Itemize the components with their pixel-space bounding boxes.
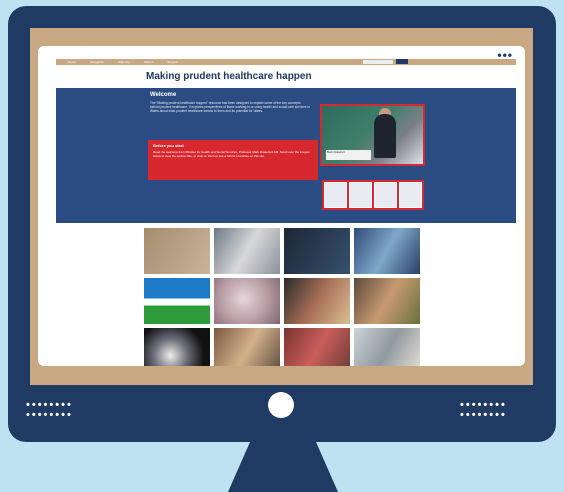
bezel-dots-right: •••••••• ••••••••: [460, 400, 507, 421]
video-thumb[interactable]: [399, 182, 422, 208]
search-button[interactable]: [396, 59, 408, 64]
welcome-heading: Welcome: [150, 92, 177, 98]
video-thumb[interactable]: [374, 182, 397, 208]
article-image-tile[interactable]: [144, 328, 210, 366]
before-you-start-box: Before you start Read the welcome from M…: [148, 140, 318, 180]
before-you-start-heading: Before you start: [153, 143, 184, 148]
nav-item-support[interactable]: Support: [167, 60, 178, 64]
article-image-tile[interactable]: [354, 228, 420, 274]
nav-item-search[interactable]: Search: [144, 60, 154, 64]
nav-item-navigation[interactable]: Navigation: [90, 60, 104, 64]
article-image-tile[interactable]: [284, 278, 350, 324]
bezel-dots-right-row-2: ••••••••: [460, 409, 507, 421]
welcome-video[interactable]: Mark Drakeford: [320, 104, 425, 166]
image-grid: [144, 228, 420, 366]
welsh-flag-image-tile[interactable]: [144, 278, 210, 324]
article-image-tile[interactable]: [354, 328, 420, 366]
monitor-stand: [228, 442, 338, 492]
monitor-screen: ••• Home Navigation Planning Search Supp…: [38, 46, 525, 366]
article-image-tile[interactable]: [144, 228, 210, 274]
article-image-tile[interactable]: [354, 278, 420, 324]
page-title: Making prudent healthcare happen: [146, 71, 312, 82]
hero-banner: Welcome The "Making prudent healthcare h…: [56, 88, 516, 223]
article-image-tile[interactable]: [214, 328, 280, 366]
article-image-tile[interactable]: [284, 328, 350, 366]
search-input[interactable]: [363, 60, 393, 64]
speaker-body: [374, 114, 396, 158]
article-image-tile[interactable]: [284, 228, 350, 274]
bezel-dots-left: •••••••• ••••••••: [26, 400, 73, 421]
video-thumb[interactable]: [349, 182, 372, 208]
site-nav-bar: Home Navigation Planning Search Support: [56, 59, 516, 65]
article-image-tile[interactable]: [214, 278, 280, 324]
nav-item-home[interactable]: Home: [68, 60, 76, 64]
nav-item-planning[interactable]: Planning: [118, 60, 130, 64]
welcome-text: The "Making prudent healthcare happen" r…: [150, 101, 310, 114]
article-image-tile[interactable]: [214, 228, 280, 274]
video-thumbnails-strip: [322, 180, 424, 210]
video-thumb[interactable]: [324, 182, 347, 208]
video-caption: Mark Drakeford: [326, 150, 371, 160]
power-button[interactable]: [268, 392, 294, 418]
before-you-start-text: Read the welcome from Minister for Healt…: [153, 150, 310, 158]
video-thumbnail: Mark Drakeford: [322, 106, 423, 164]
bezel-dots-left-row-2: ••••••••: [26, 409, 73, 421]
